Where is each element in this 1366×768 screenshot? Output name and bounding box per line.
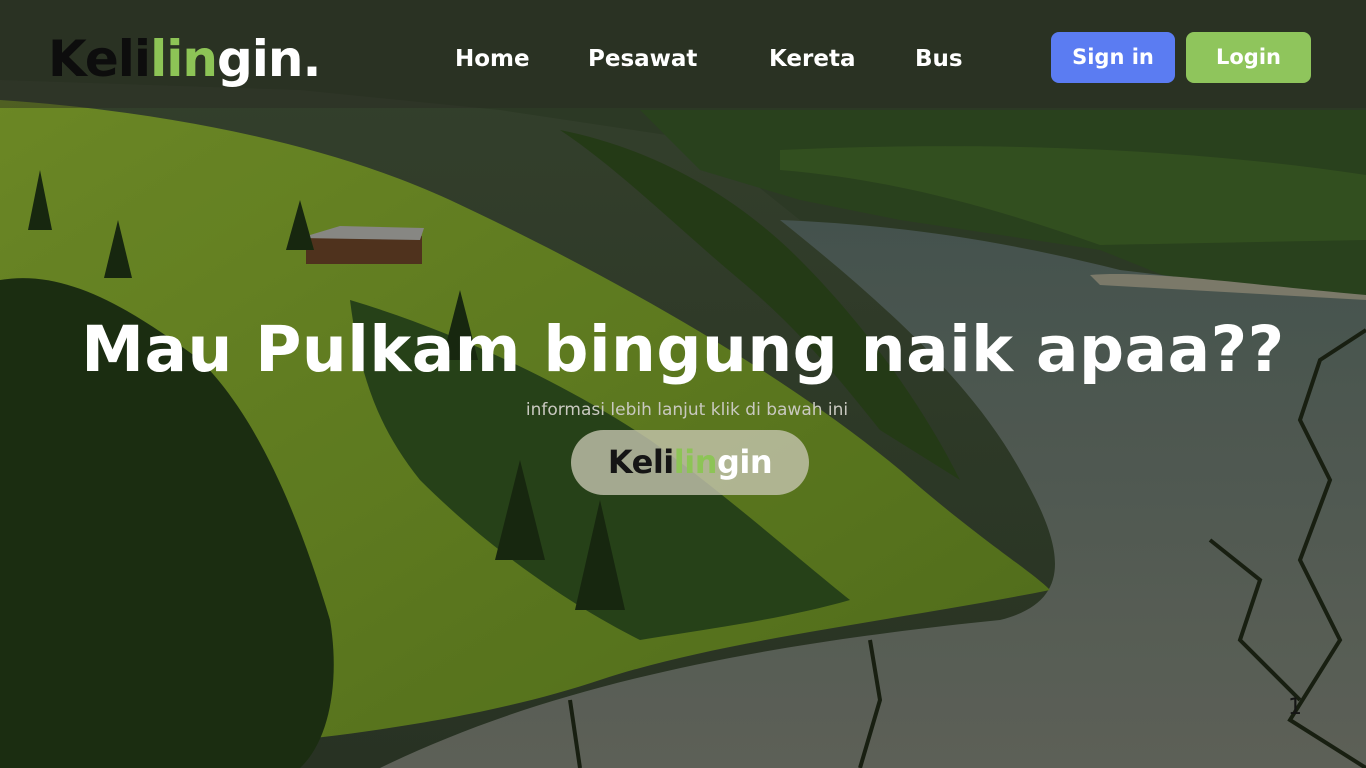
top-navbar: Kelilingin. Home Pesawat Kereta Bus Sign… bbox=[0, 0, 1366, 108]
page-indicator: 1 bbox=[1288, 695, 1302, 720]
hero-subline: informasi lebih lanjut klik di bawah ini bbox=[525, 400, 849, 420]
nav-home[interactable]: Home bbox=[455, 44, 530, 74]
sign-in-button[interactable]: Sign in bbox=[1051, 32, 1175, 83]
nav-kereta[interactable]: Kereta bbox=[769, 44, 855, 74]
logo-part-3: gin. bbox=[216, 30, 322, 88]
cta-part-1: Keli bbox=[607, 443, 674, 481]
hero-headline: Mau Pulkam bingung naik apaa?? bbox=[81, 313, 1285, 386]
nav-bus[interactable]: Bus bbox=[915, 44, 963, 74]
cta-part-2: lin bbox=[673, 443, 718, 481]
cta-part-3: gin bbox=[716, 443, 773, 481]
login-button[interactable]: Login bbox=[1186, 32, 1311, 83]
logo-part-2: lin bbox=[150, 30, 218, 88]
logo-part-1: Keli bbox=[48, 30, 151, 88]
kelilingin-cta-button[interactable]: Kelilingin bbox=[571, 430, 809, 495]
brand-logo[interactable]: Kelilingin. bbox=[48, 28, 322, 90]
nav-pesawat[interactable]: Pesawat bbox=[588, 44, 697, 74]
hero-section: Kelilingin. Home Pesawat Kereta Bus Sign… bbox=[0, 0, 1366, 768]
